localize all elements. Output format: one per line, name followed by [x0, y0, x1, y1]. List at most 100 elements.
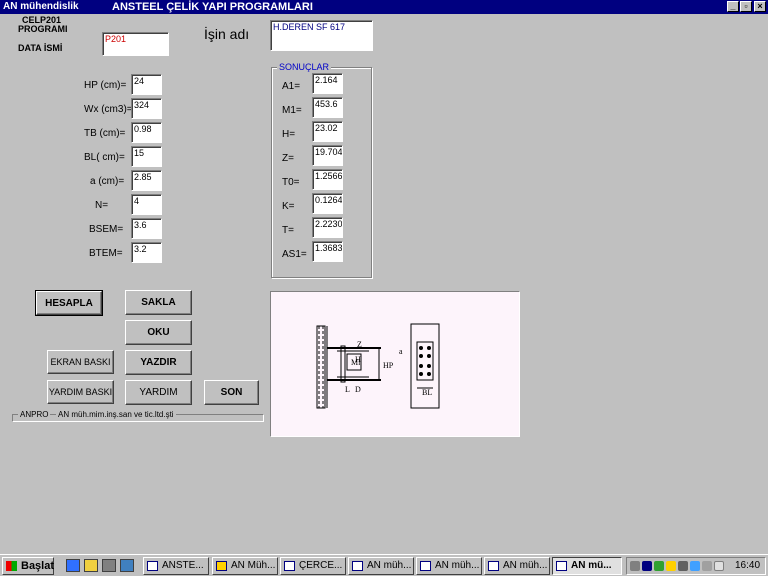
- result-t0[interactable]: 1.2566: [312, 169, 343, 190]
- result-label-z: Z=: [282, 153, 294, 164]
- label-ml: Ml: [351, 358, 361, 367]
- maximize-button[interactable]: ▫: [740, 1, 752, 12]
- input-a[interactable]: 2.85: [131, 170, 162, 191]
- yazdir-button[interactable]: YAZDIR: [125, 350, 192, 375]
- channel-icon[interactable]: [120, 559, 134, 572]
- window-icon: [352, 561, 363, 571]
- result-z[interactable]: 19.704: [312, 145, 343, 166]
- task-label: AN mü...: [571, 560, 612, 571]
- task-label: AN müh...: [367, 560, 412, 571]
- label-d: D: [355, 385, 361, 394]
- result-label-t: T=: [282, 225, 294, 236]
- label-hp: HP: [383, 361, 394, 370]
- input-hp[interactable]: 24: [131, 74, 162, 95]
- job-name-field[interactable]: H.DEREN SF 617: [270, 20, 373, 51]
- window-icon: [420, 561, 431, 571]
- clock[interactable]: 16:40: [735, 560, 760, 571]
- task-an-muh-1[interactable]: AN Müh...: [212, 557, 278, 575]
- tray-icon[interactable]: [642, 561, 652, 571]
- input-label-a: a (cm)=: [90, 176, 125, 187]
- connection-diagram: Z H Ml HP L D a BL: [270, 291, 520, 437]
- status-company: AN müh.mim.inş.san ve tic.ltd.şti: [56, 410, 176, 419]
- result-label-h: H=: [282, 129, 296, 140]
- oku-button[interactable]: OKU: [125, 320, 192, 345]
- label-z: Z: [357, 340, 362, 349]
- hesapla-button[interactable]: HESAPLA: [35, 290, 103, 316]
- input-tb[interactable]: 0.98: [131, 122, 162, 143]
- column-shape: [316, 325, 326, 409]
- task-an-muh-2[interactable]: AN müh...: [348, 557, 414, 575]
- desktop-icon[interactable]: [102, 559, 116, 572]
- close-button[interactable]: ×: [754, 1, 766, 12]
- window-icon: [488, 561, 499, 571]
- ekran-baski-button[interactable]: EKRAN BASKI: [47, 350, 114, 374]
- result-label-as1: AS1=: [282, 249, 307, 260]
- result-as1[interactable]: 1.3683: [312, 241, 343, 262]
- task-label: AN müh...: [503, 560, 548, 571]
- program-label: PROGRAMI: [18, 24, 68, 34]
- input-bl[interactable]: 15: [131, 146, 162, 167]
- input-label-tb: TB (cm)=: [84, 128, 126, 139]
- data-name-label: DATA İSMİ: [18, 43, 63, 53]
- input-wx[interactable]: 324: [131, 98, 162, 119]
- task-ansteel[interactable]: ANSTE...: [143, 557, 209, 575]
- input-bsem[interactable]: 3.6: [131, 218, 162, 239]
- sakla-button[interactable]: SAKLA: [125, 290, 192, 315]
- result-k[interactable]: 0.1264: [312, 193, 343, 214]
- title-bar[interactable]: AN mühendislik ANSTEEL ÇELİK YAPI PROGRA…: [0, 0, 768, 14]
- sun-icon: [216, 561, 227, 571]
- data-name-field[interactable]: P201: [102, 32, 169, 56]
- system-tray: 16:40: [626, 557, 766, 575]
- input-btem[interactable]: 3.2: [131, 242, 162, 263]
- minimize-button[interactable]: _: [727, 1, 739, 12]
- label-a: a: [399, 347, 403, 356]
- input-label-bl: BL( cm)=: [84, 152, 125, 163]
- input-n[interactable]: 4: [131, 194, 162, 215]
- task-an-muh-4[interactable]: AN müh...: [484, 557, 550, 575]
- result-h[interactable]: 23.02: [312, 121, 343, 142]
- task-cerceve[interactable]: ÇERCE...: [280, 557, 346, 575]
- tray-icon[interactable]: [690, 561, 700, 571]
- job-name-label: İşin adı: [204, 26, 250, 42]
- results-title: SONUÇLAR: [277, 62, 332, 72]
- task-label: ÇERCE...: [299, 560, 343, 571]
- result-label-k: K=: [282, 201, 295, 212]
- result-label-a1: A1=: [282, 81, 301, 92]
- window-icon: [284, 561, 295, 571]
- result-t[interactable]: 2.2230: [312, 217, 343, 238]
- son-button[interactable]: SON: [204, 380, 259, 405]
- task-an-muh-active[interactable]: AN mü...: [552, 557, 622, 575]
- task-label: ANSTE...: [162, 560, 204, 571]
- task-label: AN müh...: [435, 560, 480, 571]
- tray-icon[interactable]: [666, 561, 676, 571]
- outlook-icon[interactable]: [84, 559, 98, 572]
- result-m1[interactable]: 453.6: [312, 97, 343, 118]
- input-label-n: N=: [95, 200, 109, 211]
- app-name: AN mühendislik: [3, 1, 79, 12]
- task-an-muh-3[interactable]: AN müh...: [416, 557, 482, 575]
- result-label-m1: M1=: [282, 105, 302, 116]
- input-label-hp: HP (cm)=: [84, 80, 127, 91]
- word-icon: [147, 561, 158, 571]
- yardim-baski-button[interactable]: YARDIM BASKI: [47, 380, 114, 404]
- status-brand: ANPRO: [18, 410, 51, 419]
- windows-logo-icon: [6, 561, 17, 571]
- start-button[interactable]: Başlat: [2, 557, 54, 575]
- input-label-btem: BTEM=: [89, 248, 123, 259]
- tray-icon[interactable]: [654, 561, 664, 571]
- result-a1[interactable]: 2.164: [312, 73, 343, 94]
- tray-icon[interactable]: [702, 561, 712, 571]
- window-icon: [556, 561, 567, 571]
- start-label: Başlat: [21, 560, 55, 572]
- connection-diagram-svg: Z H Ml HP L D a BL: [316, 323, 440, 409]
- browser-icon[interactable]: [66, 559, 80, 572]
- input-label-wx: Wx (cm3)=: [84, 104, 133, 115]
- label-bl: BL: [422, 388, 432, 397]
- window-title: ANSTEEL ÇELİK YAPI PROGRAMLARI: [112, 1, 313, 13]
- speaker-icon[interactable]: [714, 561, 724, 571]
- tray-icon[interactable]: [678, 561, 688, 571]
- yardim-button[interactable]: YARDIM: [125, 380, 192, 405]
- tray-icon[interactable]: [630, 561, 640, 571]
- task-label: AN Müh...: [231, 560, 276, 571]
- taskbar: Başlat ANSTE... AN Müh... ÇERCE... AN mü…: [0, 554, 768, 576]
